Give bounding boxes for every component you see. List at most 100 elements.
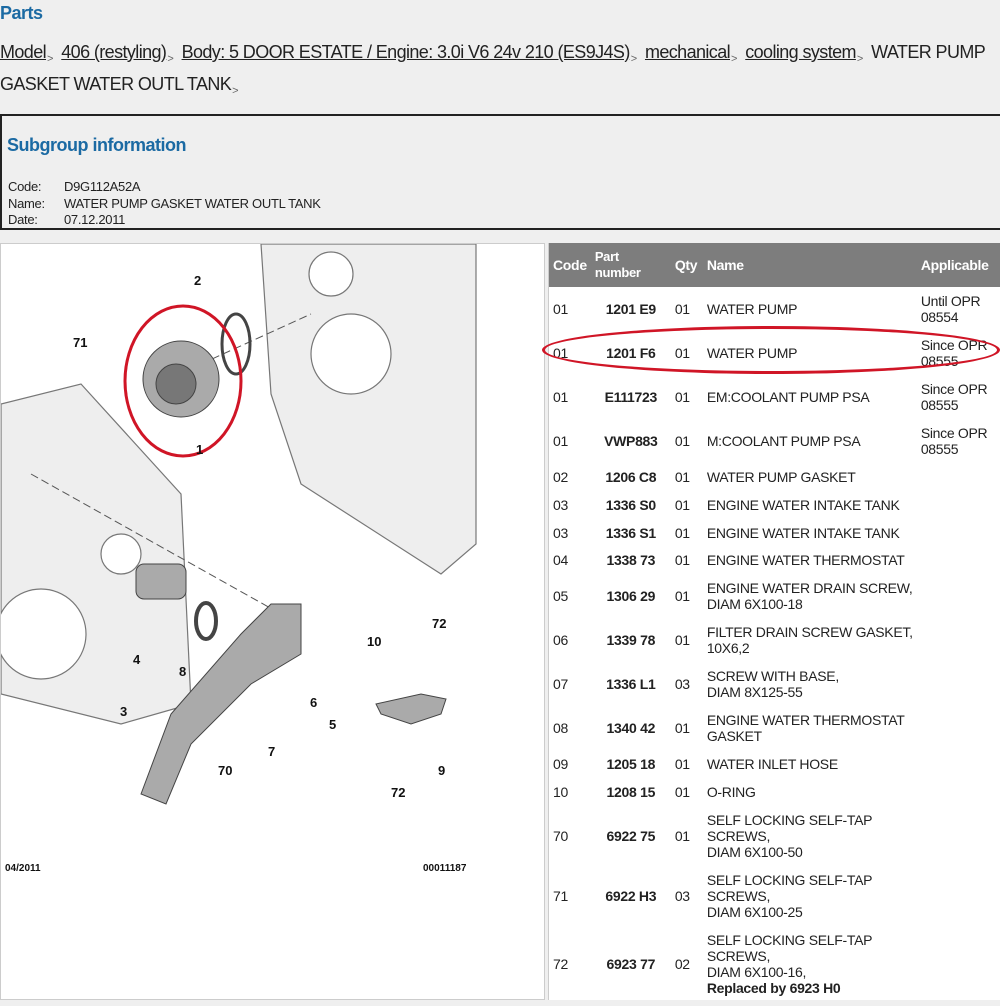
row-code: 03: [553, 497, 568, 513]
callout-72-b: 72: [391, 785, 405, 800]
table-row[interactable]: 02 1206 C8 01 WATER PUMP GASKET: [549, 463, 1000, 491]
row-name: SELF LOCKING SELF-TAP SCREWS, DIAM 6X100…: [706, 872, 873, 920]
table-row[interactable]: 09 1205 18 01 WATER INLET HOSE: [549, 750, 1000, 778]
chevron-right-icon: >: [630, 53, 637, 65]
chevron-right-icon: >: [47, 53, 53, 65]
callout-2: 2: [194, 273, 201, 288]
row-qty: 01: [674, 632, 690, 648]
breadcrumb-406[interactable]: 406 (restyling): [61, 42, 167, 62]
callout-6: 6: [310, 695, 317, 710]
subgroup-heading: Subgroup information: [7, 135, 186, 155]
row-qty: 03: [674, 888, 690, 904]
table-row[interactable]: 07 1336 L1 03 SCREW WITH BASE, DIAM 8X125-5…: [549, 662, 1000, 706]
inlet-hose: [375, 693, 447, 725]
row-qty: 01: [674, 497, 690, 513]
callout-72-a: 72: [432, 616, 446, 631]
row-part-number: 1206 C8: [605, 469, 657, 485]
callout-71: 71: [73, 335, 87, 350]
name-label: Name:: [8, 196, 45, 211]
row-name: WATER PUMP GASKET: [706, 469, 856, 485]
row-code: 02: [553, 469, 568, 485]
row-part-number: 1306 29: [606, 588, 656, 604]
row-name: SELF LOCKING SELF-TAP SCREWS, DIAM 6X100…: [703, 926, 917, 1002]
breadcrumb-mechanical[interactable]: mechanical: [645, 42, 731, 62]
table-row[interactable]: 05 1306 29 01 ENGINE WATER DRAIN SCREW, DIA…: [549, 574, 1000, 618]
table-row[interactable]: 10 1208 15 01 O-RING: [549, 778, 1000, 806]
row-code: 70: [553, 828, 568, 844]
chevron-right-icon: >: [731, 53, 737, 65]
callout-5: 5: [329, 717, 336, 732]
table-row[interactable]: 03 1336 S0 01 ENGINE WATER INTAKE TANK: [549, 491, 1000, 519]
col-name: Name: [702, 243, 917, 287]
replaced-by-note: Replaced by 6923 H0: [706, 980, 841, 996]
breadcrumb-body-engine[interactable]: Body: 5 DOOR ESTATE / Engine: 3.0i V6 24…: [182, 42, 631, 62]
diagram-ref: 00011187: [423, 863, 467, 874]
row-qty: 01: [674, 588, 690, 604]
row-name: ENGINE WATER INTAKE TANK: [706, 524, 900, 541]
highlight-oval: [542, 326, 1000, 374]
row-applicable: [917, 806, 1000, 866]
subgroup-date: Date: 07.12.2011: [8, 212, 125, 227]
date-label: Date:: [8, 212, 38, 227]
row-qty: 01: [674, 828, 690, 844]
table-row[interactable]: 06 1339 78 01 FILTER DRAIN SCREW GASKET, 10…: [549, 618, 1000, 662]
callout-9: 9: [438, 763, 445, 778]
callout-70: 70: [218, 763, 232, 778]
table-row[interactable]: 03 1336 S1 01 ENGINE WATER INTAKE TANK: [549, 519, 1000, 546]
row-qty: 01: [674, 720, 690, 736]
row-qty: 01: [674, 433, 690, 449]
row-applicable: [917, 618, 1000, 662]
table-row[interactable]: 01 1201 E9 01 WATER PUMP Until OPR 08554: [549, 287, 1000, 331]
callout-7: 7: [268, 744, 275, 759]
breadcrumb-current: WATER PUMP: [871, 42, 986, 62]
row-applicable: [917, 546, 1000, 574]
table-row[interactable]: 71 6922 H3 03 SELF LOCKING SELF-TAP SCREWS,…: [549, 866, 1000, 926]
row-part-number: 6922 H3: [605, 888, 657, 904]
row-name: WATER PUMP: [706, 301, 798, 317]
row-code: 71: [553, 888, 568, 904]
row-qty: 02: [674, 956, 690, 972]
row-part-number: 1205 18: [606, 756, 656, 772]
table-row[interactable]: 08 1340 42 01 ENGINE WATER THERMOSTAT GASKE…: [549, 706, 1000, 750]
row-qty: 01: [674, 552, 690, 568]
table-row[interactable]: 72 6923 77 02 SELF LOCKING SELF-TAP SCREWS,…: [549, 926, 1000, 1002]
row-qty: 03: [674, 676, 690, 692]
diagram-date: 04/2011: [5, 863, 41, 874]
row-applicable: [917, 491, 1000, 519]
row-name: FILTER DRAIN SCREW GASKET, 10X6,2: [706, 624, 913, 656]
row-name: ENGINE WATER THERMOSTAT: [706, 552, 905, 568]
breadcrumb-cooling-system[interactable]: cooling system: [745, 42, 856, 62]
engine-block-upper: [260, 243, 477, 575]
row-name: ENGINE WATER INTAKE TANK: [706, 497, 900, 513]
table-row[interactable]: 70 6922 75 01 SELF LOCKING SELF-TAP SCREWS,…: [549, 806, 1000, 866]
callout-1: 1: [196, 442, 203, 457]
row-applicable: Since OPR 08555: [920, 381, 988, 413]
row-name: SELF LOCKING SELF-TAP SCREWS, DIAM 6X100…: [706, 812, 873, 860]
row-applicable: [917, 574, 1000, 618]
name-value: WATER PUMP GASKET WATER OUTL TANK: [64, 196, 321, 211]
col-qty: Qty: [670, 243, 703, 287]
date-value: 07.12.2011: [64, 212, 126, 227]
row-qty: 01: [674, 784, 690, 800]
table-row[interactable]: 01 VWP883 01 M:COOLANT PUMP PSA Since OPR 08…: [549, 419, 1000, 463]
row-name: ENGINE WATER DRAIN SCREW, DIAM 6X100-18: [706, 580, 913, 612]
row-part-number: 1336 S1: [605, 524, 656, 541]
row-name: ENGINE WATER THERMOSTAT GASKET: [706, 712, 905, 744]
bore: [310, 313, 392, 395]
page-title: Parts: [0, 3, 43, 23]
row-applicable: Until OPR 08554: [920, 293, 981, 325]
row-code: 01: [553, 433, 568, 449]
table-row[interactable]: 01 E111723 01 EM:COOLANT PUMP PSA Since OPR …: [549, 375, 1000, 419]
table-row[interactable]: 04 1338 73 01 ENGINE WATER THERMOSTAT: [549, 546, 1000, 574]
row-qty: 01: [674, 389, 690, 405]
row-code: 07: [553, 676, 568, 692]
row-applicable: [917, 750, 1000, 778]
subgroup-code: Code: D9G112A52A: [8, 179, 141, 194]
subgroup-info-panel: Subgroup information Code: D9G112A52A Nam…: [0, 114, 1000, 230]
breadcrumb-current-cont: GASKET WATER OUTL TANK: [0, 74, 232, 94]
row-part-number: E111723: [604, 389, 658, 405]
row-qty: 01: [674, 469, 690, 485]
row-code: 09: [553, 756, 568, 772]
breadcrumb-model[interactable]: Model: [0, 42, 47, 62]
row-code: 05: [553, 588, 568, 604]
